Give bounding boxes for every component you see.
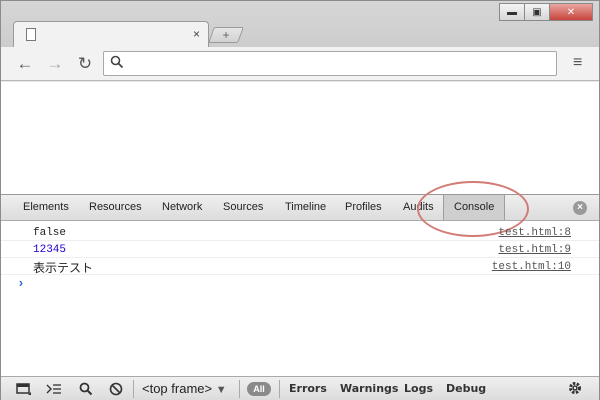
tab-audits[interactable]: Audits [403, 195, 434, 220]
search-icon[interactable] [77, 380, 95, 398]
tab-network[interactable]: Network [162, 195, 202, 220]
page-content [1, 82, 599, 194]
page-icon [26, 28, 36, 41]
menu-icon[interactable]: ≡ [573, 54, 589, 74]
tab-profiles[interactable]: Profiles [345, 195, 382, 220]
dock-icon[interactable] [15, 380, 33, 398]
close-devtools-icon[interactable]: × [573, 201, 587, 215]
filter-debug-button[interactable]: Debug [446, 382, 486, 395]
plus-icon: + [222, 28, 230, 42]
new-tab-button[interactable]: + [208, 27, 244, 43]
title-bar: ▬ ▣ ✕ × + [1, 1, 599, 48]
chevron-down-icon: ▼ [215, 384, 227, 396]
divider [239, 380, 240, 398]
source-link[interactable]: test.html:8 [498, 227, 571, 239]
reload-button[interactable]: ↻ [73, 53, 97, 75]
maximize-button[interactable]: ▣ [524, 3, 550, 21]
browser-window: ▬ ▣ ✕ × + ← → ↻ ≡ Elements Resources Net… [0, 0, 600, 400]
close-window-button[interactable]: ✕ [549, 3, 593, 21]
console-message: false [33, 227, 67, 239]
filter-all-button[interactable]: All [247, 382, 271, 396]
console-message: 表示テスト [33, 261, 94, 275]
source-link[interactable]: test.html:9 [498, 244, 571, 256]
devtools-tab-bar: Elements Resources Network Sources Timel… [1, 181, 599, 237]
address-bar[interactable] [103, 51, 557, 76]
frame-selector[interactable]: <top frame> ▼ [142, 381, 227, 396]
drawer-toggle-icon[interactable] [45, 380, 63, 398]
search-icon [110, 55, 124, 69]
tab-timeline[interactable]: Timeline [285, 195, 326, 220]
console-row: 表示テスト test.html:10 [1, 258, 599, 275]
devtools-panel: Elements Resources Network Sources Timel… [1, 181, 599, 400]
filter-errors-button[interactable]: Errors [289, 382, 327, 395]
tab-resources[interactable]: Resources [89, 195, 142, 220]
tab-sources[interactable]: Sources [223, 195, 263, 220]
minimize-button[interactable]: ▬ [499, 3, 525, 21]
clear-console-icon[interactable] [107, 380, 125, 398]
browser-toolbar: ← → ↻ ≡ [1, 47, 599, 81]
console-output: false test.html:8 12345 test.html:9 表示テス… [1, 222, 599, 372]
tab-elements[interactable]: Elements [23, 195, 69, 220]
console-prompt-icon[interactable]: › [17, 276, 25, 291]
window-controls: ▬ ▣ ✕ [499, 3, 593, 21]
filter-logs-button[interactable]: Logs [404, 382, 433, 395]
console-row: 12345 test.html:9 [1, 241, 599, 258]
divider [279, 380, 280, 398]
back-button[interactable]: ← [13, 53, 37, 75]
browser-tab[interactable]: × [13, 21, 209, 48]
divider [133, 380, 134, 398]
devtools-status-bar: <top frame> ▼ All Errors Warnings Logs D… [1, 376, 599, 400]
tab-console[interactable]: Console [443, 195, 506, 220]
gear-icon[interactable] [567, 380, 583, 400]
console-row: false test.html:8 [1, 224, 599, 241]
frame-selector-label: <top frame> [142, 381, 213, 396]
forward-button[interactable]: → [43, 53, 67, 75]
close-tab-icon[interactable]: × [193, 27, 200, 41]
source-link[interactable]: test.html:10 [492, 261, 571, 273]
address-input[interactable] [128, 55, 548, 72]
filter-warnings-button[interactable]: Warnings [340, 382, 398, 395]
console-message: 12345 [33, 244, 67, 256]
